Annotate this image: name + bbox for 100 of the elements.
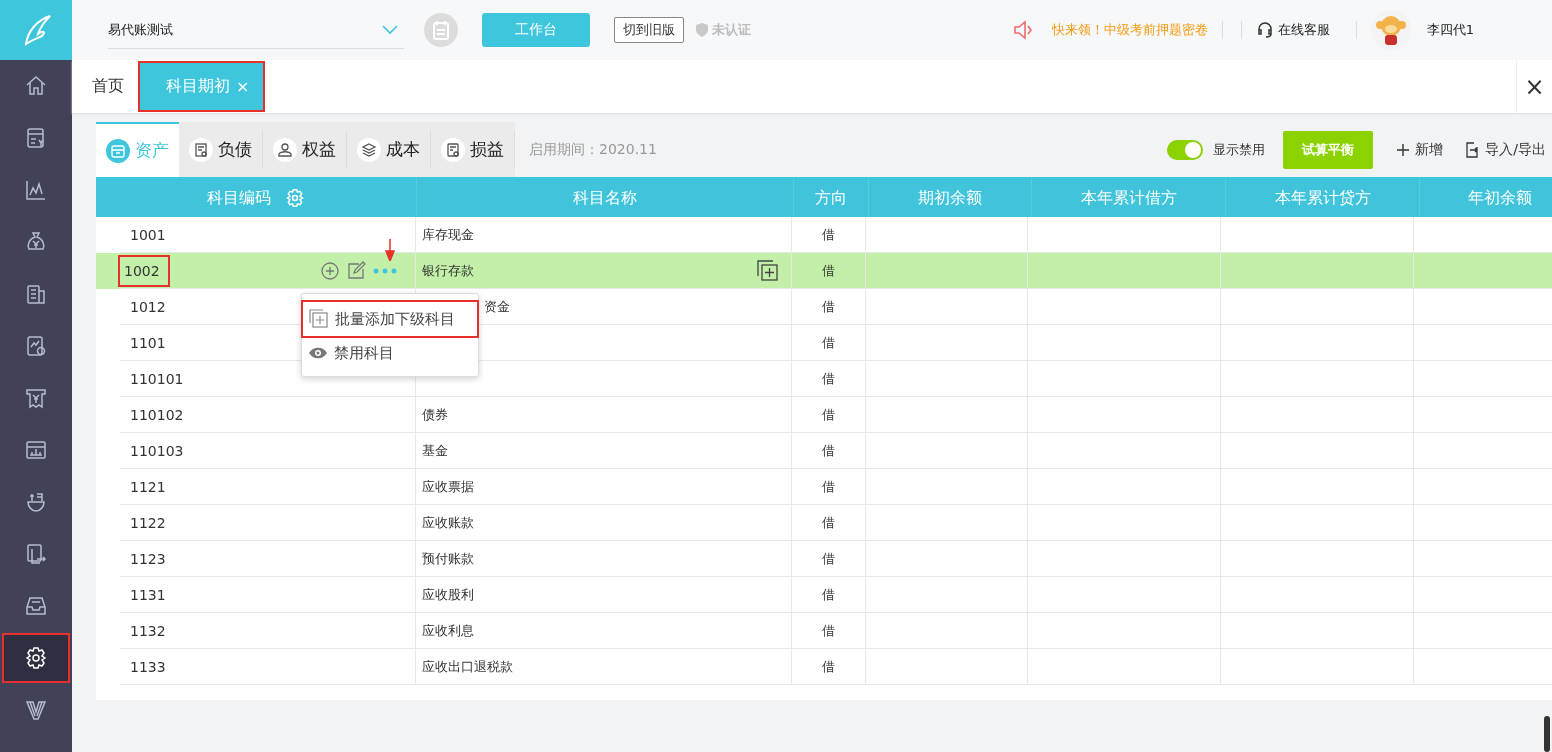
table-cell-text: 110101 [129, 369, 185, 389]
category-tab[interactable]: 损益 [431, 130, 515, 169]
building-icon [24, 282, 48, 306]
annotation-arrow [385, 239, 395, 261]
receipt-icon [24, 386, 48, 410]
table-cell: 借 [822, 477, 835, 496]
table-row[interactable]: 1122 应收账款 借 [96, 505, 1552, 541]
table-cell: 债券 [422, 405, 448, 424]
category-tab[interactable]: 成本 [347, 130, 431, 169]
chevron-down-icon [382, 24, 398, 35]
person-icon [273, 137, 297, 162]
table-row[interactable]: 1123 预付账款 借 [96, 541, 1552, 577]
column-header: 方向 [794, 179, 869, 217]
chart-icon [24, 178, 48, 202]
table-cell: 预付账款 [422, 549, 474, 568]
toggle-switch[interactable] [1167, 139, 1204, 160]
shield-icon [694, 22, 710, 38]
table-row[interactable]: 1133 应收出口退税款 借 [96, 649, 1552, 685]
home-icon [24, 74, 48, 98]
table-cell: 借 [822, 621, 835, 640]
column-header: 本年累计贷方 [1226, 179, 1420, 217]
column-header: 年初余额 [1420, 179, 1552, 217]
column-header: 科目编码 [96, 179, 417, 217]
bowl-icon [24, 490, 48, 514]
table-cell: 借 [822, 405, 835, 424]
table-cell: 应收股利 [422, 585, 474, 604]
table-row[interactable]: 1132 应收利息 借 [96, 613, 1552, 649]
certification-status: 未认证 [694, 21, 751, 39]
inbox-icon [24, 594, 48, 618]
scrollbar[interactable] [1544, 716, 1550, 752]
user-name: 李四代1 [1426, 21, 1474, 39]
menu-item[interactable]: 批量添加下级科目 [303, 302, 477, 336]
table-cell-text: 1101 [129, 333, 167, 353]
column-header: 科目名称 [417, 179, 794, 217]
export-icon [1465, 141, 1480, 158]
table-cell-text: 1123 [129, 549, 167, 569]
table-cell: 应收票据 [422, 477, 474, 496]
settings-icon[interactable] [285, 188, 305, 208]
headset-icon [1255, 21, 1274, 39]
table-cell: 借 [822, 585, 835, 604]
table-row[interactable]: 1002 银行存款 借 [96, 253, 1552, 289]
edit-icon[interactable] [346, 261, 366, 281]
screen-icon [24, 438, 48, 462]
report-icon [24, 334, 48, 358]
avatar [1370, 10, 1411, 50]
table-cell: 借 [822, 549, 835, 568]
add-circle-icon[interactable] [320, 261, 340, 281]
gear-icon [24, 646, 48, 670]
table-cell: 借 [822, 333, 835, 352]
table-cell-text: 110102 [129, 405, 185, 425]
close-button[interactable]: × [1516, 60, 1552, 113]
table-cell-text: 1132 [129, 621, 167, 641]
column-header: 期初余额 [869, 179, 1032, 217]
plus-icon [1397, 143, 1410, 156]
table-cell-text: 110103 [129, 441, 185, 461]
add-square-icon [309, 309, 329, 329]
table-cell-text: 1012 [129, 297, 167, 317]
table-cell: 应收账款 [422, 513, 474, 532]
table-cell: 应收利息 [422, 621, 474, 640]
old-version-button[interactable]: 切到旧版 [614, 17, 684, 43]
online-service-link[interactable]: 在线客服 [1255, 21, 1330, 39]
table-row[interactable]: 1131 应收股利 借 [96, 577, 1552, 613]
toggle-label: 显示禁用 [1213, 140, 1266, 159]
table-row[interactable]: 110103 基金 借 [96, 433, 1552, 469]
table-row[interactable]: 1121 应收票据 借 [96, 469, 1552, 505]
v-icon [24, 698, 48, 722]
menu-item[interactable]: 禁用科目 [302, 336, 478, 370]
table-cell-text: 1121 [129, 477, 167, 497]
doc-icon [189, 137, 213, 162]
wallet-icon [106, 138, 130, 163]
add-button[interactable]: 新增 [1391, 140, 1450, 159]
table-cell-text: 1133 [129, 657, 167, 677]
table-cell: 银行存款 [422, 261, 474, 280]
category-tab[interactable]: 负债 [179, 130, 263, 169]
table-cell: 借 [822, 297, 835, 316]
table-cell: 库存现金 [422, 225, 474, 244]
table-row[interactable]: 110102 债券 借 [96, 397, 1552, 433]
table-cell: 基金 [422, 441, 448, 460]
table-cell-text: 1001 [129, 225, 167, 245]
table-cell: 应收出口退税款 [422, 657, 513, 676]
table-cell: 借 [822, 225, 835, 244]
layers-icon [357, 137, 381, 162]
import-export-button[interactable]: 导入/导出 [1459, 140, 1552, 159]
table-cell-text: 1131 [129, 585, 167, 605]
eye-icon [308, 346, 328, 360]
table-cell: 借 [822, 513, 835, 532]
table-cell: 借 [822, 261, 835, 280]
column-header: 本年累计借方 [1032, 179, 1226, 217]
company-select[interactable]: 易代账测试 [108, 11, 404, 49]
table-cell: 借 [822, 441, 835, 460]
table-cell: 借 [822, 369, 835, 388]
table-cell-text: 资金 [483, 297, 510, 316]
table-cell-text: 1122 [129, 513, 167, 533]
table-cell: 借 [822, 657, 835, 676]
copy-add-icon[interactable] [757, 259, 779, 282]
calc-icon [441, 137, 465, 162]
speaker-icon [1011, 19, 1034, 41]
sidebar-item[interactable] [2, 633, 70, 683]
category-tab[interactable]: 权益 [263, 130, 347, 169]
page-tab[interactable]: 首页 [78, 60, 138, 113]
